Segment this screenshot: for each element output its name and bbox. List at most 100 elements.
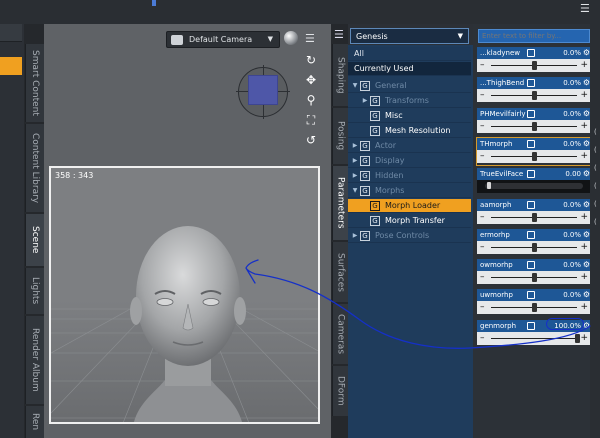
gear-icon[interactable]: ⚙ (583, 290, 590, 299)
decrement-button[interactable]: – (480, 90, 485, 100)
slider-track[interactable]: – + (477, 332, 591, 345)
tree-item-all[interactable]: All (348, 47, 471, 61)
lock-icon[interactable] (527, 79, 535, 87)
tree-item[interactable]: ▶ G Actor (348, 139, 471, 153)
slider-knob[interactable] (532, 91, 537, 100)
slider-value[interactable]: 0.0% (563, 201, 581, 209)
slider-knob[interactable] (575, 334, 580, 343)
tree-item[interactable]: G Morph Loader (348, 199, 471, 213)
slider-track[interactable]: – + (477, 89, 591, 102)
decrement-button[interactable]: – (480, 333, 485, 343)
increment-button[interactable]: + (580, 333, 588, 343)
gear-icon[interactable]: ⚙ (583, 78, 590, 87)
tree-item[interactable]: ▼ G Morphs (348, 184, 471, 198)
slider-track[interactable]: – + (477, 120, 591, 133)
slider-value[interactable]: 0.0% (563, 110, 581, 118)
tab-shaping[interactable]: Shaping (332, 44, 348, 106)
gear-icon[interactable]: ⚙ (583, 200, 590, 209)
slider-knob[interactable] (532, 152, 537, 161)
tree-item[interactable]: ▼ G General (348, 79, 471, 93)
decrement-button[interactable]: – (480, 272, 485, 282)
tree-item[interactable]: ▶ G Hidden (348, 169, 471, 183)
slider-knob[interactable] (532, 213, 537, 222)
expand-down-icon[interactable]: ▼ (350, 187, 360, 194)
parameter-slider[interactable]: ...ThighBend 0.0% ⚙ – + (477, 77, 591, 104)
tab-surfaces[interactable]: Surfaces (332, 242, 348, 302)
expand-right-icon[interactable]: ▶ (350, 157, 360, 164)
decrement-button[interactable]: – (480, 60, 485, 70)
parameter-slider[interactable]: owmorhp 0.0% ⚙ – + (477, 259, 591, 286)
viewport-menu-icon[interactable]: ☰ (305, 32, 315, 45)
increment-button[interactable]: + (580, 151, 588, 161)
lock-icon[interactable] (527, 170, 535, 178)
decrement-button[interactable]: – (480, 121, 485, 131)
lock-icon[interactable] (527, 261, 535, 269)
lock-icon[interactable] (527, 49, 535, 57)
increment-button[interactable]: + (580, 121, 588, 131)
expand-right-icon[interactable]: ▶ (350, 232, 360, 239)
frame-icon[interactable]: ⛶ (304, 113, 318, 127)
slider-track[interactable]: – + (477, 211, 591, 224)
tree-item[interactable]: G Mesh Resolution (348, 124, 471, 138)
zoom-icon[interactable]: ⚲ (304, 93, 318, 107)
expand-right-icon[interactable]: ▶ (350, 142, 360, 149)
slider-value[interactable]: 0.00 (565, 170, 581, 178)
slider-value[interactable]: 0.0% (563, 79, 581, 87)
slider-knob[interactable] (532, 122, 537, 131)
parameter-slider[interactable]: aamorph 0.0% ⚙ – + (477, 199, 591, 226)
tab-scene[interactable]: Scene (25, 214, 44, 266)
tab-render-album[interactable]: Render Album (25, 316, 44, 404)
slider-track[interactable]: – + (477, 271, 591, 284)
slider-knob[interactable] (532, 273, 537, 282)
tab-parameters[interactable]: Parameters (332, 166, 348, 240)
tab-render-settings[interactable]: Ren (25, 406, 44, 438)
slider-knob[interactable] (532, 243, 537, 252)
lock-icon[interactable] (527, 201, 535, 209)
slider-knob[interactable] (532, 303, 537, 312)
increment-button[interactable]: + (580, 90, 588, 100)
camera-select[interactable]: Default Camera ▼ (166, 31, 280, 48)
gear-icon[interactable]: ⚙ (583, 169, 590, 178)
gear-icon[interactable]: ⚙ (583, 48, 590, 57)
gear-icon[interactable]: ⚙ (583, 230, 590, 239)
gear-icon[interactable]: ⚙ (583, 109, 590, 118)
draw-style-sphere-icon[interactable] (284, 31, 298, 45)
decrement-button[interactable]: – (480, 302, 485, 312)
tab-content-library[interactable]: Content Library (25, 124, 44, 212)
slider-value[interactable]: 0.0% (563, 140, 581, 148)
tree-item[interactable]: ▶ G Display (348, 154, 471, 168)
tab-lights[interactable]: Lights (25, 268, 44, 314)
increment-button[interactable]: + (580, 302, 588, 312)
decrement-button[interactable]: – (480, 212, 485, 222)
increment-button[interactable]: + (580, 60, 588, 70)
reset-view-icon[interactable]: ↺ (304, 133, 318, 147)
tree-item[interactable]: G Misc (348, 109, 471, 123)
lock-icon[interactable] (527, 322, 535, 330)
increment-button[interactable]: + (580, 212, 588, 222)
decrement-button[interactable]: – (480, 151, 485, 161)
pane-menu-icon[interactable]: ☰ (334, 28, 344, 41)
gear-icon[interactable]: ⚙ (583, 139, 590, 148)
filter-input[interactable] (478, 29, 590, 43)
slider-knob[interactable] (487, 182, 491, 189)
left-panel-selected-row[interactable] (0, 57, 22, 75)
tree-item[interactable]: ▶ G Pose Controls (348, 229, 471, 243)
lock-icon[interactable] (527, 110, 535, 118)
slider-knob[interactable] (532, 61, 537, 70)
lock-icon[interactable] (527, 291, 535, 299)
expand-down-icon[interactable]: ▼ (350, 82, 360, 89)
slider-value[interactable]: 0.0% (563, 231, 581, 239)
parameter-slider[interactable]: THmorph 0.0% ⚙ – + (476, 137, 592, 166)
parameter-slider[interactable]: PHMevilfairly 0.0% ⚙ – + (477, 108, 591, 135)
decrement-button[interactable]: – (480, 242, 485, 252)
slider-value[interactable]: 0.0% (563, 49, 581, 57)
pan-icon[interactable]: ✥ (304, 73, 318, 87)
node-select[interactable]: Genesis ▼ (350, 28, 469, 44)
orbit-icon[interactable]: ↻ (304, 53, 318, 67)
parameter-slider[interactable]: ermorhp 0.0% ⚙ – + (477, 229, 591, 256)
tab-smart-content[interactable]: Smart Content (25, 44, 44, 122)
slider-track[interactable] (477, 180, 591, 193)
slider-value[interactable]: 0.0% (563, 291, 581, 299)
increment-button[interactable]: + (580, 272, 588, 282)
tree-item[interactable]: G Morph Transfer (348, 214, 471, 228)
